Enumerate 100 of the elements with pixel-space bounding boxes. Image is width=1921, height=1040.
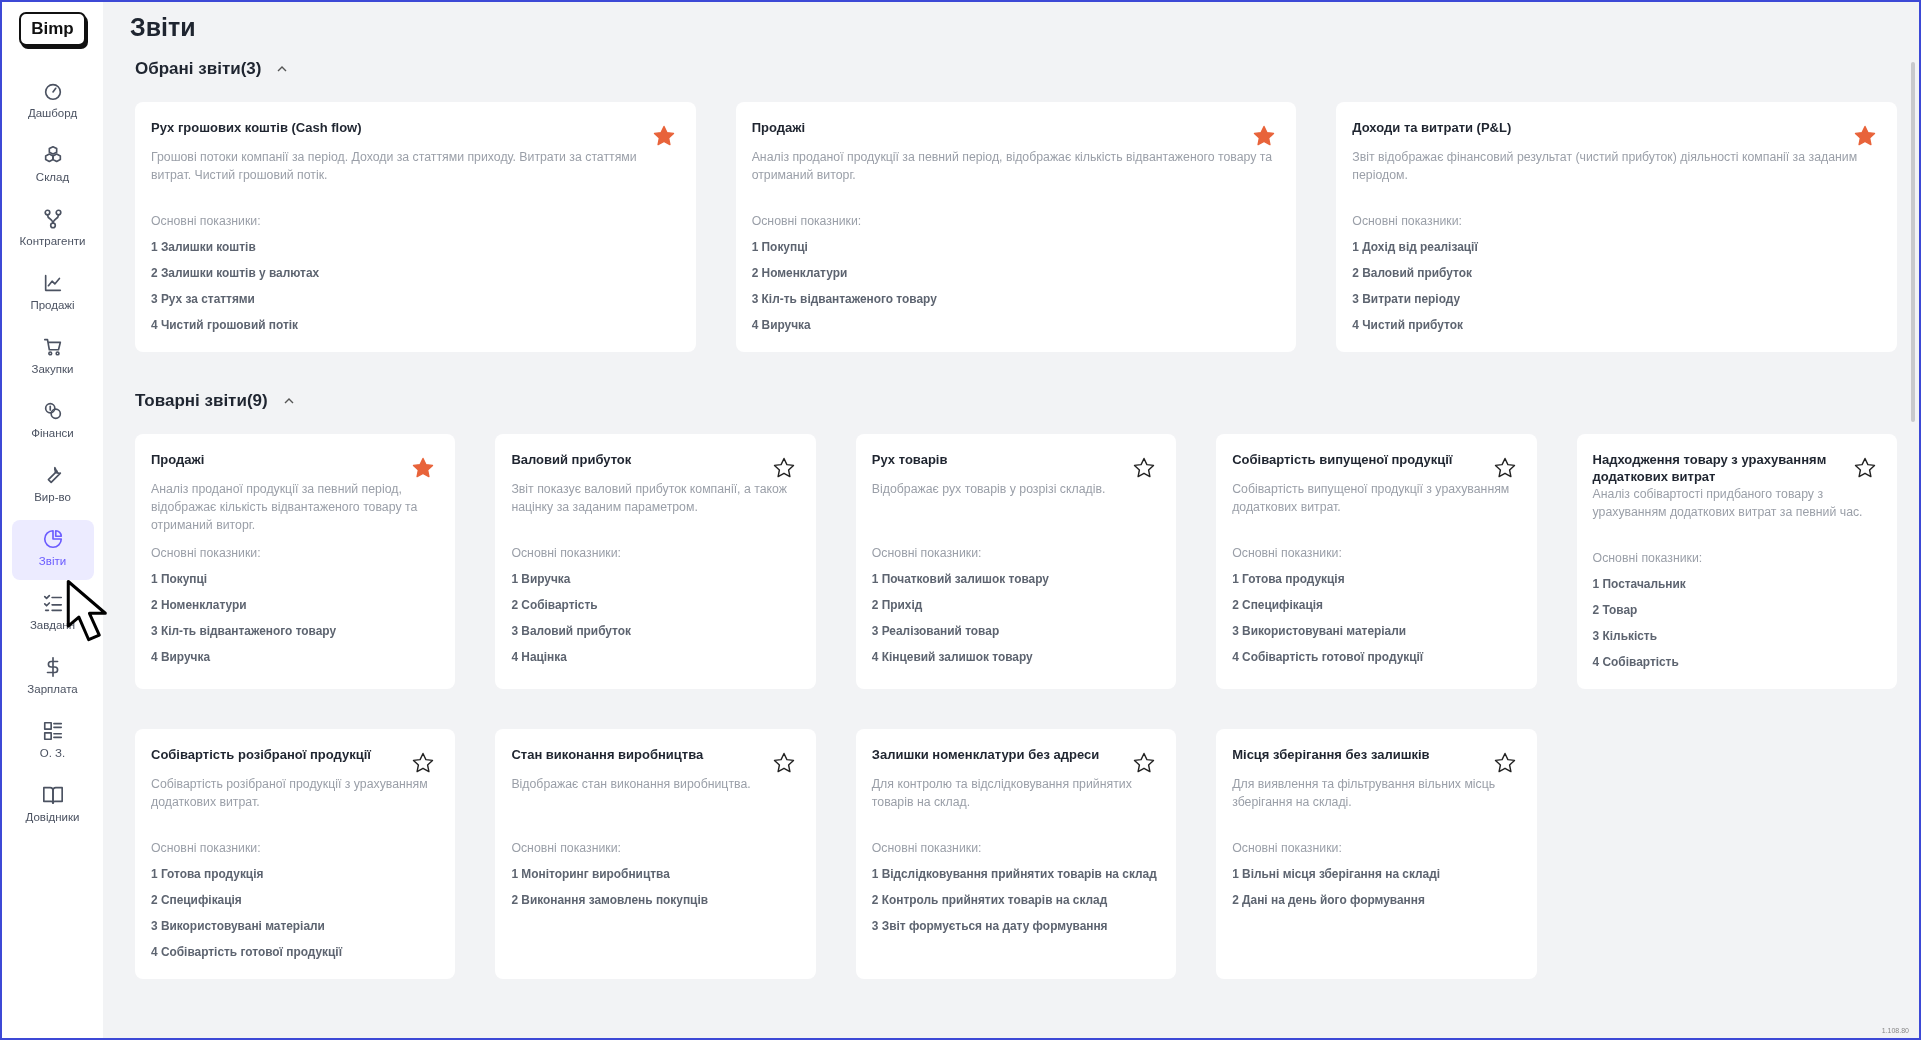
sidebar-item[interactable]: Закупки [11,327,94,388]
report-card[interactable]: Стан виконання виробництва Відображає стан виконання виробництва. Основні показники: 1 Моніторинг виробництва 2 Виконання замовлень покупців [495,729,816,979]
card-title: Рух товарів [871,451,949,469]
star-icon[interactable] [651,124,676,148]
metric-item: 4 Виручка [151,649,212,666]
report-card[interactable]: Продажі Аналіз проданої продукції за певний період, відображає кількість відвантаженого товару та отриманий виторг. Основні показники: 1 Покупці 2 Номенклатури 3 Кіл-ть відвантаженого товару 4 Виручка [135,434,456,689]
metric-item: 4 Виручка [751,317,812,334]
metric-item: 1 Готова продукція [151,866,265,883]
section-title: Товарні звіти(9) [135,390,268,412]
card-title: Залишки номенклатури без адреси [871,746,1101,764]
metric-item: 2 Прихід [871,597,924,614]
card-description: Для контролю та відслідковування прийнятих товарів на склад. [871,776,1133,811]
star-icon[interactable] [771,456,796,480]
metric-item: 3 Кількість [1592,628,1658,645]
metric-item: 4 Націнка [511,649,568,666]
sidebar-item[interactable]: Дашборд [11,71,94,132]
card-description: Для виявлення та фільтрування вільних місць зберігання на складі. [1232,776,1497,811]
report-card[interactable]: Місця зберігання без залишків Для виявлення та фільтрування вільних місць зберігання на складі. Основні показники: 1 Вільні місця зберігання на складі 2 Дані на день його формування [1216,729,1537,979]
card-title: Продажі [751,119,807,137]
star-icon[interactable] [1492,751,1517,775]
card-description: Грошові потоки компанії за період. Доходи за статтями приходу. Витрати за статтями витрат. Чистий грошовий потік. [151,149,638,184]
report-card[interactable] [135,729,456,979]
card-description: Аналіз собівартості придбаного товару з урахуванням додаткових витрат за певний час. [1592,486,1864,521]
sidebar-item[interactable]: Довідники [11,775,94,836]
metric-item: 4 Чистий прибуток [1352,317,1464,334]
report-card[interactable]: Продажі Аналіз проданої продукції за певний період, відображає кількість відвантаженого товару та отриманий виторг. Основні показники: 1 Покупці 2 Номенклатури 3 Кіл-ть відвантаженого товару 4 Виручка [735,102,1297,352]
metrics-label: Основні показники: [151,840,262,857]
report-card[interactable] [1576,434,1897,689]
card-title: Собівартість розібраної продукції [151,746,372,764]
logo[interactable]: Bimp [19,12,86,46]
metrics-label: Основні показники: [151,213,262,230]
sidebar-item[interactable]: Фінанси [11,391,94,452]
sidebar-item[interactable]: О. З. [11,711,94,772]
metric-item: 2 Залишки коштів у валютах [151,265,321,282]
card-description: Собівартість випущеної продукції з урахуванням додаткових витрат. [1232,481,1511,516]
sidebar-item[interactable]: Контрагенти [11,199,94,260]
cart-icon [41,336,64,359]
metric-item: 4 Чистий грошовий потік [151,317,300,334]
card-description: Відображає стан виконання виробництва. [511,776,752,793]
metric-item: 2 Валовий прибуток [1352,265,1473,282]
star-icon[interactable] [411,456,436,480]
sidebar-item[interactable]: Зарплата [11,647,94,708]
metric-item: 3 Використовувані матеріали [151,918,326,935]
metric-item: 2 Номенклатури [151,597,248,614]
star-icon[interactable] [1853,456,1877,480]
metric-item: 1 Покупці [751,239,809,256]
metric-item: 1 Покупці [151,571,209,588]
report-card[interactable] [1216,434,1537,689]
metric-item: 1 Відслідковування прийнятих товарів на склад [871,866,1158,883]
sidebar-item[interactable]: Вир-во [11,455,94,516]
metrics-label: Основні показники: [871,545,983,562]
metric-item: 3 Кіл-ть відвантаженого товару [751,291,938,308]
metric-item: 1 Готова продукція [1232,571,1346,588]
report-card[interactable]: Валовий прибуток Звіт показує валовий прибуток компанії, а також націнку за заданим параметром. Основні показники: 1 Виручка 2 Собівартість 3 Валовий прибуток 4 Націнка [495,434,816,689]
card-title: Доходи та витрати (P&L) [1352,119,1513,137]
report-card[interactable]: Рух товарів Відображає рух товарів у розрізі складів. Основні показники: 1 Початковий залишок товару 2 Прихід 3 Реалізований товар 4 Кінцевий залишок товару [855,434,1177,689]
metric-item: 3 Валовий прибуток [511,623,632,640]
metric-item: 3 Кіл-ть відвантаженого товару [151,623,338,640]
metrics-label: Основні показники: [1592,550,1704,567]
card-title: Стан виконання виробництва [511,746,705,764]
metric-item: 1 Початковий залишок товару [871,571,1050,588]
metrics-label: Основні показники: [871,840,983,857]
metric-item: 2 Товар [1592,602,1639,619]
card-title: Надходження товару з урахуванням додаткових витрат [1592,451,1828,485]
pie-chart-icon [41,528,64,551]
report-card[interactable] [135,102,696,352]
metric-item: 1 Моніторинг виробництва [511,866,671,883]
card-description: Аналіз проданої продукції за певний період, відображає кількість відвантаженого товару та отриманий виторг. [151,481,419,534]
report-card[interactable] [855,729,1177,979]
metric-item: 4 Собівартість [1592,654,1680,671]
star-icon[interactable] [1132,456,1157,480]
card-title: Продажі [151,451,206,469]
card-title: Валовий прибуток [511,451,633,469]
star-icon[interactable] [771,751,796,775]
star-icon[interactable] [1132,751,1157,775]
card-description: Звіт відображає фінансовий результат (чистий прибуток) діяльності компанії за заданим періодом. [1352,149,1859,184]
metric-item: 1 Постачальник [1592,576,1687,593]
scrollbar[interactable] [1911,62,1915,422]
metrics-label: Основні показники: [151,545,262,562]
metrics-label: Основні показники: [1232,545,1343,562]
sidebar-item[interactable]: Звіти [11,519,94,580]
grid-list-icon [41,720,64,743]
metric-item: 2 Собівартість [511,597,599,614]
star-icon[interactable] [1492,456,1517,480]
metric-item: 3 Витрати періоду [1352,291,1462,308]
metric-item: 2 Контроль прийнятих товарів на склад [871,892,1109,909]
metric-item: 2 Виконання замовлень покупців [511,892,709,909]
sidebar-item[interactable]: Продажі [11,263,94,324]
card-title: Місця зберігання без залишків [1232,746,1431,764]
metrics-label: Основні показники: [751,213,863,230]
metric-item: 3 Реалізований товар [871,623,1001,640]
metrics-label: Основні показники: [1352,213,1463,230]
card-title: Собівартість випущеної продукції [1232,451,1454,469]
star-icon[interactable] [1252,124,1277,148]
card-description: Звіт показує валовий прибуток компанії, а також націнку за заданим параметром. [511,481,788,516]
sidebar-item[interactable]: Склад [11,135,94,196]
star-icon[interactable] [411,751,436,775]
star-icon[interactable] [1853,124,1877,148]
metrics-label: Основні показники: [511,545,623,562]
metric-item: 4 Кінцевий залишок товару [871,649,1034,666]
